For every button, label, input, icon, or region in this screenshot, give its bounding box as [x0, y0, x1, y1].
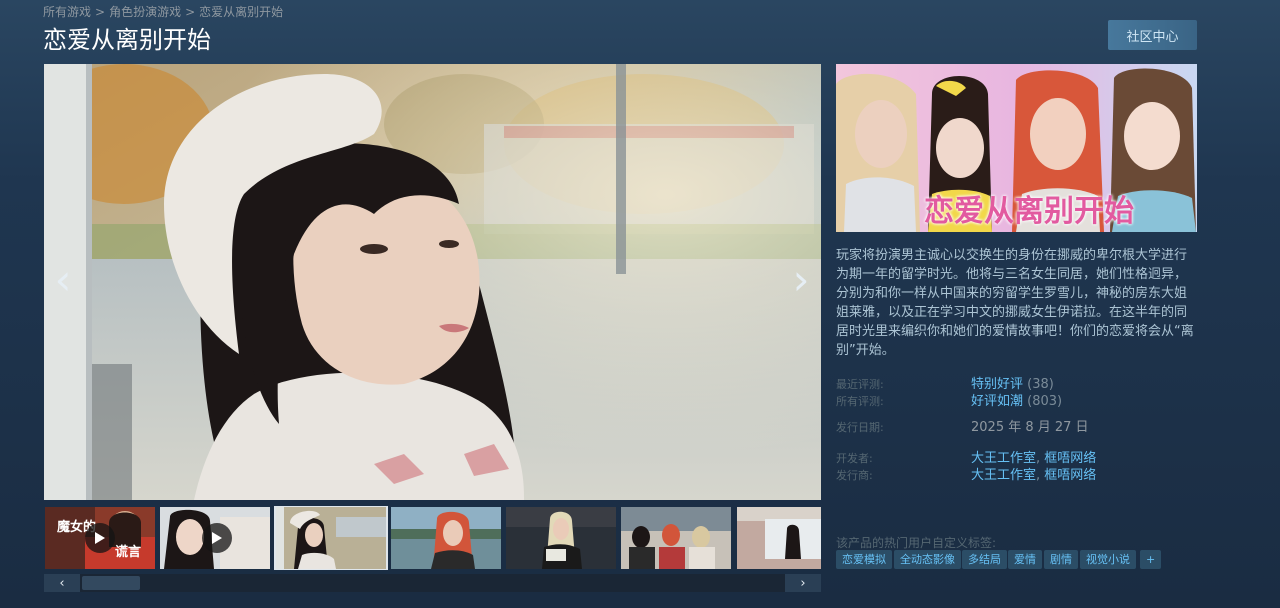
thumbnail-image-7[interactable] [736, 506, 821, 570]
thumbnail-scrollbar[interactable]: ‹ › [44, 574, 821, 592]
all-reviews-label: 所有评测: [836, 395, 884, 408]
all-reviews-summary[interactable]: 好评如潮 [971, 394, 1023, 409]
tag-fmv[interactable]: 全动态影像 [894, 550, 961, 569]
capsule-logo-text: 恋爱从离别开始 [924, 194, 1134, 229]
tag-more-button[interactable]: + [1140, 550, 1162, 569]
play-icon [85, 523, 115, 553]
popular-tags-label: 该产品的热门用户自定义标签: [836, 536, 997, 550]
all-reviews-value[interactable]: 好评如潮 (803) [971, 390, 1062, 409]
thumbnail-video-1[interactable]: 魔女的 谎言 [44, 506, 156, 570]
screenshot-image [44, 64, 821, 500]
tag-story[interactable]: 剧情 [1044, 550, 1078, 569]
recent-reviews-label: 最近评测: [836, 378, 884, 391]
play-icon [202, 523, 232, 553]
thumbnail-image-6[interactable] [620, 506, 732, 570]
tag-visual-novel[interactable]: 视觉小说 [1080, 550, 1136, 569]
thumbnail-image-5[interactable] [505, 506, 617, 570]
thumbnail-image [506, 507, 616, 569]
next-screenshot-icon[interactable]: › [786, 259, 816, 302]
thumbnail-image [391, 507, 501, 569]
breadcrumb-separator: > [185, 5, 196, 19]
header-capsule-image: 恋爱从离别开始 [836, 64, 1197, 232]
publisher-label: 发行商: [836, 469, 873, 482]
thumbnail-image [621, 507, 731, 569]
tag-multiple-endings[interactable]: 多结局 [962, 550, 1007, 569]
tag-dating-sim[interactable]: 恋爱模拟 [836, 550, 892, 569]
release-date-value: 2025 年 8 月 27 日 [971, 420, 1089, 435]
publisher-list: 大王工作室, 框唔网络 [971, 464, 1096, 483]
tag-romance[interactable]: 爱情 [1008, 550, 1042, 569]
breadcrumb: 所有游戏 > 角色扮演游戏 > 恋爱从离别开始 [43, 3, 283, 20]
thumbnail-image [276, 507, 386, 569]
main-screenshot[interactable]: ‹ › [44, 64, 821, 500]
publisher-link[interactable]: 大王工作室 [971, 468, 1036, 483]
community-hub-button[interactable]: 社区中心 [1108, 20, 1197, 50]
scroll-right-button[interactable]: › [785, 574, 821, 592]
game-description: 玩家将扮演男主诚心以交换生的身份在挪威的卑尔根大学进行为期一年的留学时光。他将与… [836, 248, 1194, 358]
prev-screenshot-icon[interactable]: ‹ [48, 259, 78, 302]
breadcrumb-separator: > [95, 5, 106, 19]
scroll-left-button[interactable]: ‹ [44, 574, 80, 592]
publisher-link[interactable]: 框唔网络 [1044, 468, 1096, 483]
thumbnail-image-4[interactable] [390, 506, 502, 570]
all-reviews-count: (803) [1027, 394, 1063, 409]
breadcrumb-all-games[interactable]: 所有游戏 [43, 5, 91, 19]
thumbnail-image [737, 507, 821, 569]
release-date-label: 发行日期: [836, 421, 884, 434]
thumbnail-video-2[interactable] [159, 506, 271, 570]
game-title: 恋爱从离别开始 [43, 26, 211, 54]
breadcrumb-current-game[interactable]: 恋爱从离别开始 [199, 5, 283, 19]
scrollbar-handle[interactable] [82, 576, 140, 590]
breadcrumb-rpg[interactable]: 角色扮演游戏 [109, 5, 181, 19]
thumbnail-strip: 魔女的 谎言 [44, 506, 821, 570]
thumbnail-caption: 谎言 [115, 545, 142, 560]
thumbnail-image-3-selected[interactable] [274, 506, 388, 570]
developer-label: 开发者: [836, 452, 873, 465]
